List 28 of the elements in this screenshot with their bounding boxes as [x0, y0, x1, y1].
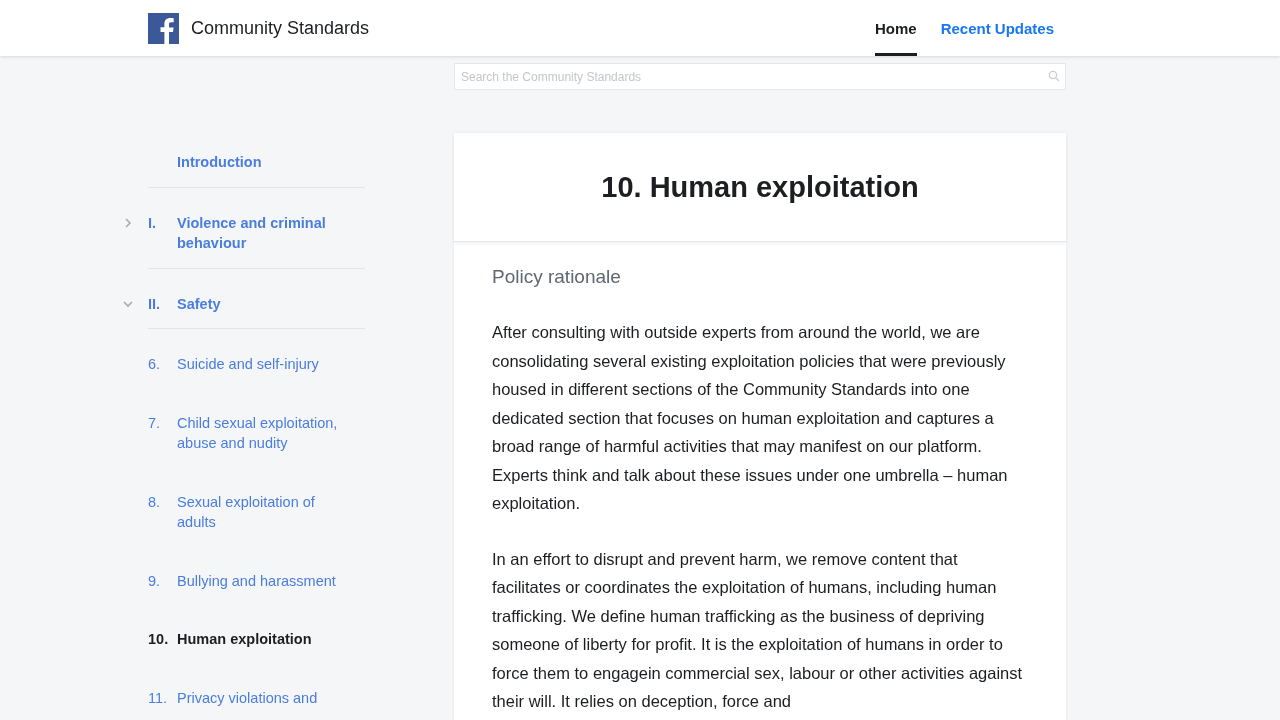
facebook-logo-icon[interactable] [148, 12, 179, 44]
sidebar-link[interactable]: Suicide and self-injury [177, 354, 357, 375]
item-number: II. [148, 294, 162, 314]
article-title: 10. Human exploitation [601, 170, 919, 204]
site-title: Community Standards [191, 17, 370, 39]
sidebar-link[interactable]: Introduction [177, 152, 357, 173]
sidebar-link[interactable]: Safety [177, 293, 357, 314]
nav-tab[interactable]: Recent Updates [940, 0, 1054, 56]
sidebar-link[interactable]: Privacy violations and [177, 687, 357, 708]
body-paragraph: After consulting with outside experts from around the world, we are consolidating several existing exploitation policies that were previously housed in different sections of the Community Standards into one dedicated section that focuses on human exploitation and captures a broad range of harmful activities that may manifest on our platform. Experts think and talk about these issues under one umbrella – human exploitation. [492, 322, 1009, 514]
search-field[interactable]: Search the Community Standards [454, 63, 1066, 90]
sidebar-link[interactable]: Child sexual exploitation, abuse and nudity [177, 412, 357, 454]
item-number: 8. [148, 492, 162, 512]
item-number: 6. [148, 355, 162, 374]
sidebar-link[interactable]: Bullying and harassment [177, 570, 357, 591]
body-paragraph: In an effort to disrupt and prevent harm, we remove content that facilitates or coordinates the exploitation of humans, including human trafficking. We define human trafficking as the business of depriving someone of liberty for profit. It is the exploitation of humans in order to force them to engagein commercial sex, labour or other activities against their will. It relies on deception, force and [492, 548, 1024, 712]
section-heading: Policy rationale [492, 266, 622, 288]
item-number: 11. [148, 688, 169, 708]
chevron-icon[interactable] [122, 216, 134, 229]
sidebar-link[interactable]: Human exploitation [177, 629, 357, 650]
sidebar-link[interactable]: Violence and criminal behaviour [177, 212, 357, 254]
sidebar-link[interactable]: Sexual exploitation of adults [177, 491, 357, 533]
item-number: 7. [148, 413, 162, 433]
item-number: I. [148, 213, 158, 233]
search-icon[interactable] [1048, 70, 1060, 82]
item-number: 10. [148, 630, 170, 649]
nav-tab[interactable]: Home [874, 0, 917, 56]
item-number: 9. [148, 571, 162, 591]
